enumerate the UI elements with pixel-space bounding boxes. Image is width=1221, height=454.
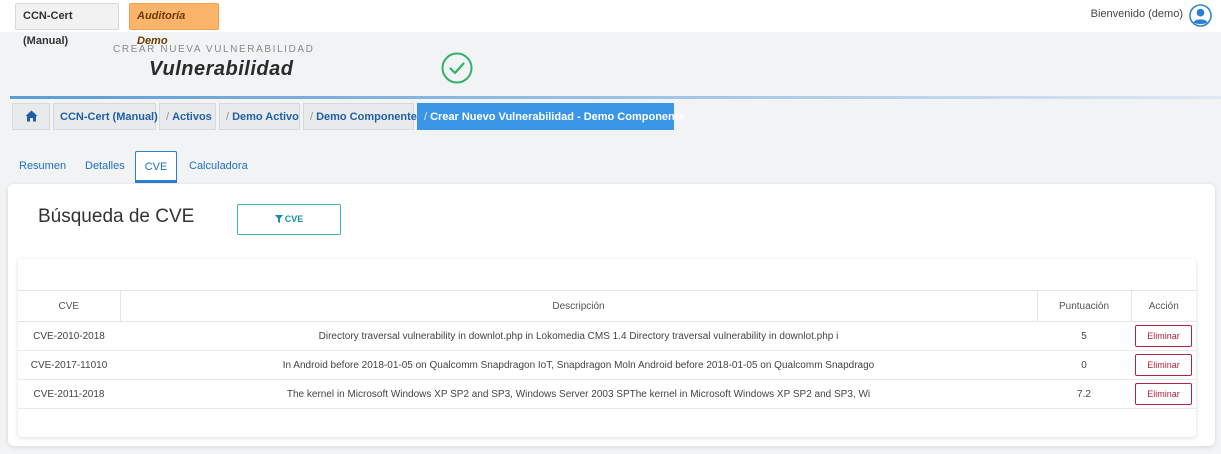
audit-chip[interactable]: Auditoría Demo bbox=[129, 3, 219, 47]
table-row[interactable]: CVE-2010-2018 Directory traversal vulner… bbox=[18, 321, 1196, 351]
breadcrumb-item-label: Demo Activo bbox=[232, 111, 299, 123]
breadcrumb-item-demo-componente[interactable]: / Demo Componente bbox=[303, 103, 417, 130]
page-subtitle: CREAR NUEVA VULNERABILIDAD bbox=[113, 44, 315, 55]
home-icon bbox=[25, 110, 37, 122]
cve-table: CVE Descripción Puntuación Acción CVE-20… bbox=[18, 290, 1196, 409]
breadcrumb-separator: / bbox=[424, 111, 428, 123]
check-circle-icon bbox=[441, 52, 473, 84]
cve-id: CVE-2010-2018 bbox=[18, 321, 120, 351]
cve-id: CVE-2017-11010 bbox=[18, 350, 120, 380]
action-cell: Eliminar bbox=[1131, 379, 1196, 409]
breadcrumb-separator: / bbox=[166, 111, 170, 123]
breadcrumb-item-label: CCN-Cert (Manual) bbox=[60, 111, 158, 123]
tab-cve[interactable]: CVE bbox=[135, 151, 177, 183]
table-row[interactable]: CVE-2017-11010 In Android before 2018-01… bbox=[18, 350, 1196, 380]
breadcrumb-item-label: Activos bbox=[172, 111, 212, 123]
breadcrumb-item-current[interactable]: / Crear Nuevo Vulnerabilidad - Demo Compo… bbox=[417, 103, 685, 130]
column-header-puntuacion[interactable]: Puntuación bbox=[1037, 290, 1132, 322]
breadcrumb-item-label: Crear Nuevo Vulnerabilidad - Demo Compon… bbox=[430, 111, 685, 123]
cve-description: Directory traversal vulnerability in dow… bbox=[120, 321, 1037, 351]
breadcrumb-separator: / bbox=[310, 111, 314, 123]
breadcrumb-separator: / bbox=[226, 111, 230, 123]
filter-button-label: CVE bbox=[284, 214, 304, 224]
cve-id: CVE-2011-2018 bbox=[18, 379, 120, 409]
delete-button[interactable]: Eliminar bbox=[1135, 325, 1192, 347]
cve-score: 5 bbox=[1037, 321, 1131, 351]
cve-table-panel: CVE Descripción Puntuación Acción CVE-20… bbox=[18, 259, 1196, 437]
tab-resumen[interactable]: Resumen bbox=[19, 151, 66, 183]
welcome-text: Bienvenido (demo) bbox=[1090, 8, 1183, 20]
org-chip[interactable]: CCN-Cert (Manual) bbox=[15, 3, 119, 47]
action-cell: Eliminar bbox=[1131, 321, 1196, 351]
card-title: Búsqueda de CVE bbox=[38, 206, 195, 227]
breadcrumb-item-demo-activo[interactable]: / Demo Activo bbox=[219, 103, 300, 130]
cve-filter-button[interactable]: CVE bbox=[237, 204, 341, 235]
tab-calculadora[interactable]: Calculadora bbox=[189, 151, 248, 183]
breadcrumb-home[interactable] bbox=[12, 103, 50, 130]
header-divider bbox=[10, 96, 1221, 99]
cve-score: 0 bbox=[1037, 350, 1131, 380]
delete-button[interactable]: Eliminar bbox=[1135, 383, 1192, 405]
column-header-descripcion[interactable]: Descripción bbox=[120, 290, 1038, 322]
column-header-cve[interactable]: CVE bbox=[18, 290, 121, 322]
breadcrumb-item-label: Demo Componente bbox=[316, 111, 417, 123]
action-cell: Eliminar bbox=[1131, 350, 1196, 380]
breadcrumb-item-activos[interactable]: / Activos bbox=[159, 103, 216, 130]
column-header-accion: Acción bbox=[1131, 290, 1196, 322]
cve-search-card: Búsqueda de CVE CVE CVE Descripción Punt… bbox=[8, 184, 1215, 446]
page-title: Vulnerabilidad bbox=[149, 58, 294, 80]
table-row[interactable]: CVE-2011-2018 The kernel in Microsoft Wi… bbox=[18, 379, 1196, 409]
user-circle-icon[interactable] bbox=[1189, 4, 1212, 27]
top-bar: CCN-Cert (Manual) Auditoría Demo Bienven… bbox=[0, 0, 1221, 47]
filter-icon bbox=[274, 215, 283, 223]
delete-button[interactable]: Eliminar bbox=[1135, 354, 1192, 376]
cve-description: The kernel in Microsoft Windows XP SP2 a… bbox=[120, 379, 1037, 409]
cve-score: 7.2 bbox=[1037, 379, 1131, 409]
table-header-row: CVE Descripción Puntuación Acción bbox=[18, 290, 1196, 322]
cve-description: In Android before 2018-01-05 on Qualcomm… bbox=[120, 350, 1037, 380]
breadcrumb-item-org[interactable]: CCN-Cert (Manual) bbox=[53, 103, 158, 130]
tab-detalles[interactable]: Detalles bbox=[85, 151, 125, 183]
